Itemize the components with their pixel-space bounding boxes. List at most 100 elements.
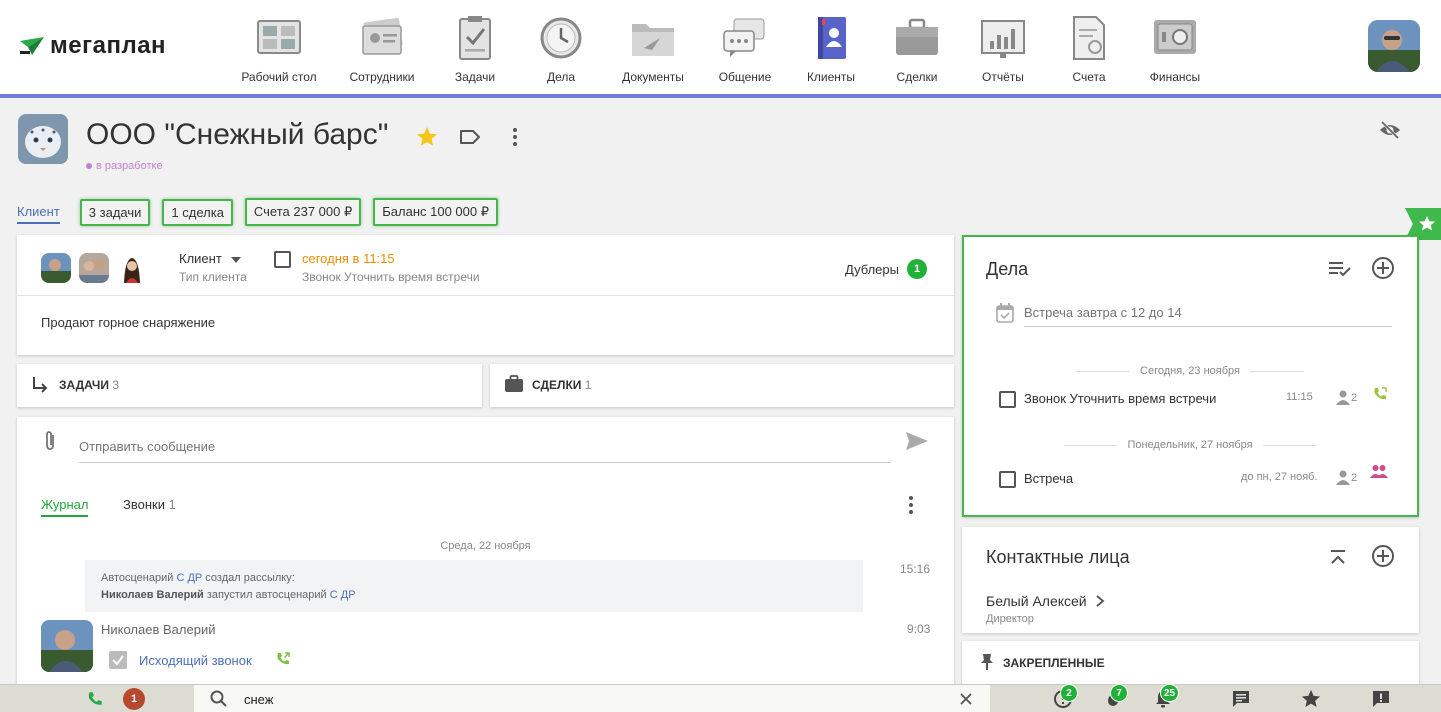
hide-eye-icon[interactable] [1378, 120, 1402, 143]
nav-tasks[interactable]: Задачи [429, 14, 521, 90]
tasks-section[interactable]: ЗАДАЧИ 3 [17, 364, 482, 407]
feed-more-icon[interactable] [904, 495, 918, 515]
participants-count: 2 [1351, 472, 1358, 484]
deals-label-text: СДЕЛКИ [532, 378, 582, 392]
separator-line [1064, 444, 1118, 446]
notifications-button[interactable]: 25 [1148, 684, 1180, 712]
tasks-count: 3 [112, 378, 120, 392]
nav-communication[interactable]: Общение [699, 14, 791, 90]
phone-outgoing-icon [277, 652, 290, 665]
tab-client[interactable]: Клиент [17, 200, 60, 224]
reminder-text: Звонок Уточнить время встречи [302, 270, 480, 284]
nav-label: Документы [622, 70, 684, 84]
autoscenario-link[interactable]: С ДР [330, 589, 356, 601]
participants-count: 2 [1351, 392, 1358, 404]
safe-icon [1151, 14, 1199, 62]
pill-invoices[interactable]: Счета 237 000 ₽ [244, 198, 362, 226]
add-circle-icon[interactable] [1371, 544, 1395, 568]
attach-clip-icon[interactable] [43, 429, 57, 453]
report-icon [979, 14, 1027, 62]
new-activity-input[interactable] [1024, 299, 1392, 327]
checklist-icon[interactable] [1328, 259, 1352, 279]
favorite-star-icon[interactable] [416, 126, 438, 151]
nav-deals[interactable]: Сделки [871, 14, 963, 90]
chat-icon [721, 14, 769, 62]
pill-deals[interactable]: 1 сделка [162, 198, 233, 226]
add-circle-icon[interactable] [1371, 256, 1395, 280]
client-card: Клиент Тип клиента сегодня в 11:15 Звоно… [17, 235, 954, 355]
entry-author[interactable]: Николаев Валерий [101, 622, 215, 637]
entry-text: создал рассылку: [205, 572, 295, 584]
nav-invoices[interactable]: Счета [1043, 14, 1135, 90]
activity-title[interactable]: Встреча [1024, 471, 1073, 486]
activity-checkbox[interactable] [999, 391, 1016, 408]
nav-deals-activities[interactable]: Дела [515, 14, 607, 90]
contact-person[interactable]: Белый Алексей [986, 593, 1105, 609]
date-separator-text: Понедельник, 27 ноября [1127, 439, 1253, 451]
outgoing-call-link[interactable]: Исходящий звонок [139, 653, 252, 668]
status-dot [86, 163, 92, 170]
hot-button[interactable]: 7 [1098, 684, 1128, 712]
phone-button[interactable] [80, 685, 110, 712]
contact-name: Белый Алексей [986, 593, 1087, 609]
nav-documents[interactable]: Документы [607, 14, 699, 90]
send-icon[interactable] [905, 431, 929, 451]
clear-search-icon[interactable] [960, 693, 972, 705]
nav-clients[interactable]: Клиенты [785, 14, 877, 90]
search-input[interactable]: снеж [244, 692, 273, 707]
search-icon [210, 690, 227, 707]
nav-desktop[interactable]: Рабочий стол [233, 14, 325, 90]
nav-finance[interactable]: Финансы [1129, 14, 1221, 90]
tab-journal[interactable]: Журнал [41, 497, 89, 517]
avatar[interactable] [41, 620, 93, 672]
divider [17, 295, 954, 296]
missed-calls-badge[interactable]: 1 [120, 685, 148, 712]
megaplan-logo[interactable]: мегаплан [18, 32, 166, 60]
favorites-button[interactable] [1296, 685, 1326, 712]
avatar[interactable] [79, 253, 109, 283]
person-icon [1336, 470, 1350, 485]
more-menu-icon[interactable] [508, 126, 522, 151]
deals-count: 1 [584, 378, 592, 392]
avatar[interactable] [41, 253, 71, 283]
activity-checkbox[interactable] [999, 471, 1016, 488]
status-badge: в разработке [86, 160, 163, 172]
messages-button[interactable] [1226, 685, 1256, 712]
feedback-button[interactable] [1366, 685, 1396, 712]
activity-time: до пн, 27 нояб. [1241, 471, 1318, 483]
tag-icon[interactable] [459, 127, 481, 150]
autoscenario-link[interactable]: С ДР [176, 572, 202, 584]
activity-title[interactable]: Звонок Уточнить время встречи [1024, 391, 1216, 406]
deals-section[interactable]: СДЕЛКИ 1 [490, 364, 954, 407]
page-title: ООО "Снежный барс" [86, 118, 389, 151]
nav-label: Финансы [1149, 70, 1201, 84]
tab-calls[interactable]: Звонки 1 [123, 497, 176, 512]
pill-balance[interactable]: Баланс 100 000 ₽ [373, 198, 499, 226]
pill-tasks[interactable]: 3 задачи [79, 198, 151, 226]
phone-icon [88, 692, 102, 705]
message-input[interactable] [79, 431, 891, 463]
nav-employees[interactable]: Сотрудники [336, 14, 428, 90]
client-type-dropdown[interactable]: Клиент [179, 251, 242, 266]
alerts-button[interactable]: 2 [1048, 684, 1078, 712]
missed-calls-count: 1 [123, 688, 145, 710]
date-separator: Понедельник, 27 ноября [1064, 439, 1317, 451]
avatar[interactable] [117, 253, 147, 283]
global-search[interactable]: снеж [194, 685, 990, 712]
company-logo [18, 114, 68, 164]
user-avatar[interactable] [1368, 20, 1420, 72]
client-description: Продают горное снаряжение [41, 315, 216, 330]
tasks-icon [451, 14, 499, 62]
reminder-time[interactable]: сегодня в 11:15 [302, 251, 395, 266]
duplicates[interactable]: Дублеры 1 [845, 259, 927, 279]
star-icon [1301, 689, 1321, 707]
reminder-checkbox[interactable] [274, 251, 291, 268]
nav-reports[interactable]: Отчёты [957, 14, 1049, 90]
entry-author[interactable]: Николаев Валерий [101, 589, 204, 601]
collapse-icon[interactable] [1330, 549, 1346, 567]
nav-label: Отчёты [982, 70, 1024, 84]
contact-role: Директор [986, 613, 1034, 625]
nav-label: Счета [1072, 70, 1106, 84]
calendar-icon [996, 303, 1014, 323]
employees-icon [358, 14, 406, 62]
